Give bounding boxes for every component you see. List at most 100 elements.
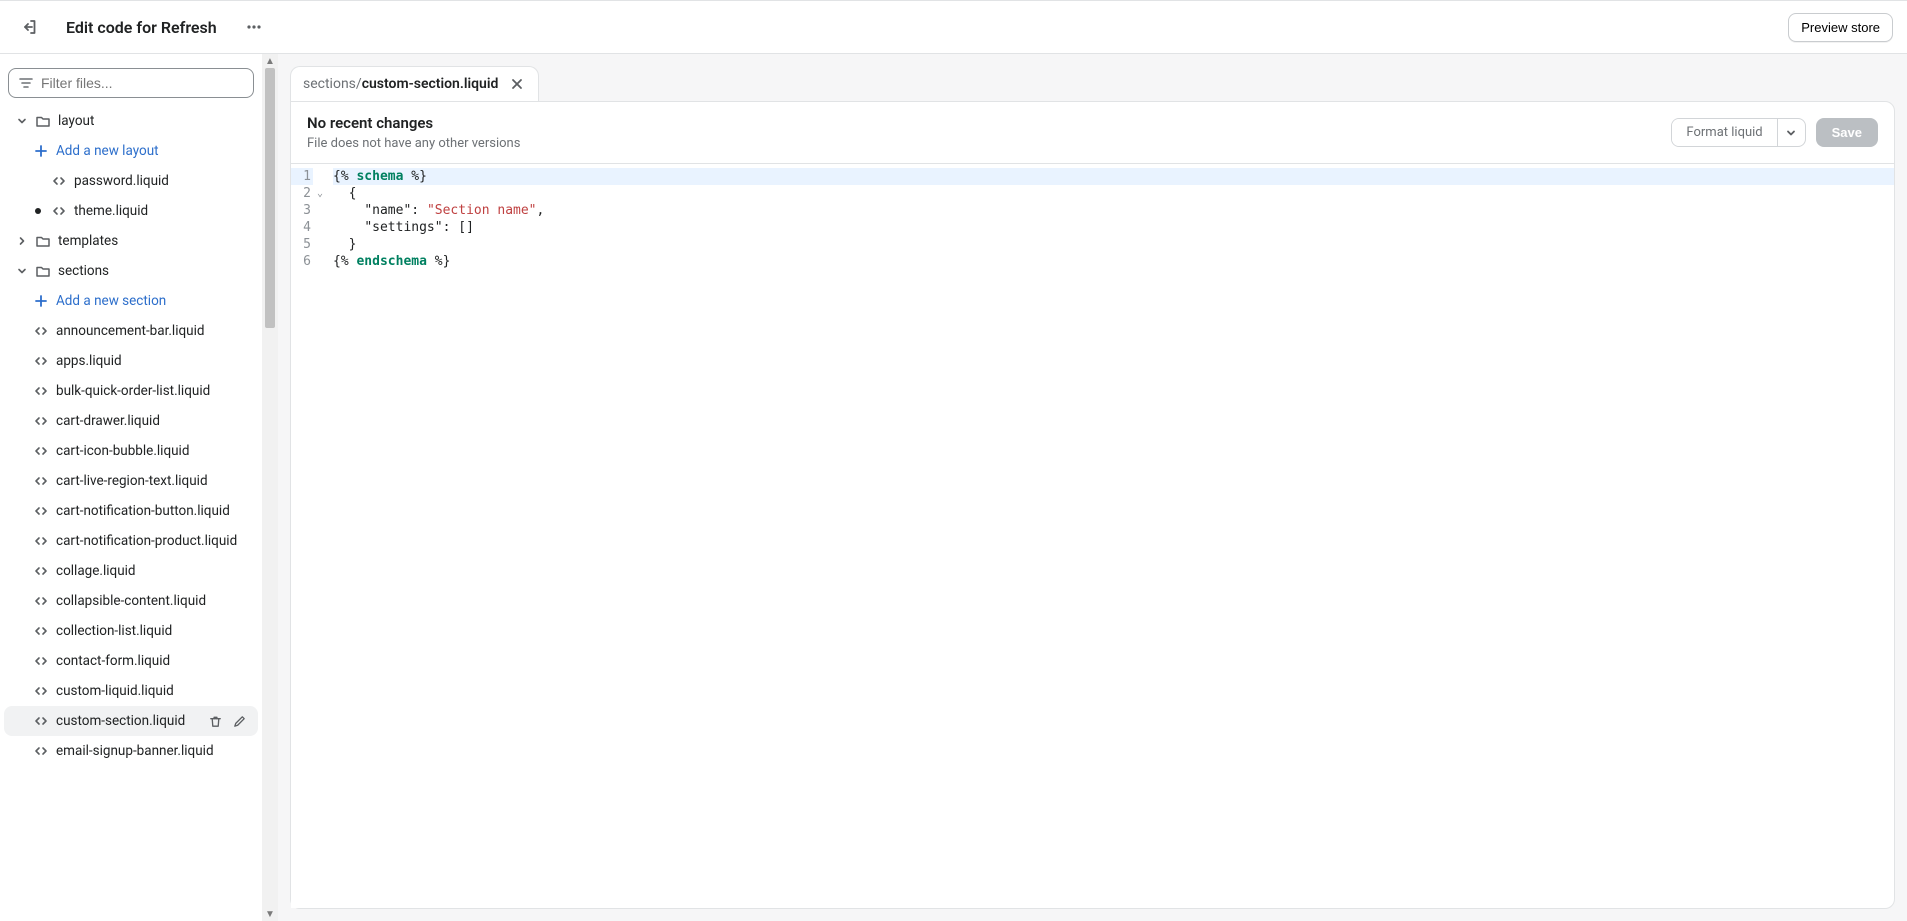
scrollbar-down-icon[interactable]: ▼ bbox=[262, 907, 278, 921]
filter-input[interactable] bbox=[41, 75, 243, 91]
folder-icon bbox=[34, 113, 52, 129]
code-file-icon bbox=[32, 713, 50, 729]
tab-file: custom-section.liquid bbox=[362, 76, 499, 92]
file-password.liquid[interactable]: password.liquid bbox=[4, 166, 258, 196]
file-label: bulk-quick-order-list.liquid bbox=[56, 383, 250, 399]
sidebar: layout Add a new layout password.liquid the… bbox=[0, 54, 262, 921]
file-label: collage.liquid bbox=[56, 563, 250, 579]
code-file-icon bbox=[32, 593, 50, 609]
folder-label: layout bbox=[58, 113, 250, 129]
file-label: contact-form.liquid bbox=[56, 653, 250, 669]
file-cart-icon-bubble.liquid[interactable]: cart-icon-bubble.liquid bbox=[4, 436, 258, 466]
close-tab-icon[interactable] bbox=[508, 75, 526, 93]
chevron-right-icon bbox=[16, 236, 28, 246]
file-label: announcement-bar.liquid bbox=[56, 323, 250, 339]
code-line[interactable]: "name": "Section name", bbox=[333, 202, 1894, 219]
folder-sections[interactable]: sections bbox=[4, 256, 258, 286]
file-label: password.liquid bbox=[74, 173, 250, 189]
code-file-icon bbox=[50, 203, 68, 219]
file-announcement-bar.liquid[interactable]: announcement-bar.liquid bbox=[4, 316, 258, 346]
file-label: custom-liquid.liquid bbox=[56, 683, 250, 699]
format-segment: Format liquid bbox=[1671, 118, 1805, 147]
code-file-icon bbox=[32, 323, 50, 339]
file-cart-drawer.liquid[interactable]: cart-drawer.liquid bbox=[4, 406, 258, 436]
file-label: apps.liquid bbox=[56, 353, 250, 369]
folder-label: sections bbox=[58, 263, 250, 279]
add-new-layout[interactable]: Add a new layout bbox=[4, 136, 258, 166]
delete-file-icon[interactable] bbox=[204, 710, 226, 732]
file-label: cart-live-region-text.liquid bbox=[56, 473, 250, 489]
add-label: Add a new section bbox=[56, 293, 250, 309]
code-file-icon bbox=[32, 533, 50, 549]
code-file-icon bbox=[32, 743, 50, 759]
code-file-icon bbox=[32, 443, 50, 459]
code-lines[interactable]: {% schema %} { "name": "Section name", "… bbox=[327, 164, 1894, 908]
filter-input-wrap[interactable] bbox=[8, 68, 254, 98]
more-icon[interactable] bbox=[239, 12, 269, 42]
file-tab[interactable]: sections/custom-section.liquid bbox=[290, 66, 539, 101]
chevron-down-icon bbox=[16, 266, 28, 276]
chevron-down-icon bbox=[16, 116, 28, 126]
code-line[interactable]: { bbox=[333, 185, 1894, 202]
file-cart-notification-product.liquid[interactable]: cart-notification-product.liquid bbox=[4, 526, 258, 556]
file-label: cart-notification-button.liquid bbox=[56, 503, 250, 519]
format-liquid-button[interactable]: Format liquid bbox=[1672, 119, 1776, 146]
file-header: No recent changes File does not have any… bbox=[290, 101, 1895, 164]
folder-templates[interactable]: templates bbox=[4, 226, 258, 256]
file-label: cart-icon-bubble.liquid bbox=[56, 443, 250, 459]
file-label: theme.liquid bbox=[74, 203, 250, 219]
code-line[interactable]: {% schema %} bbox=[333, 168, 1894, 185]
code-file-icon bbox=[32, 353, 50, 369]
code-file-icon bbox=[32, 683, 50, 699]
code-line[interactable]: "settings": [] bbox=[333, 219, 1894, 236]
format-dropdown-button[interactable] bbox=[1777, 119, 1805, 146]
code-file-icon bbox=[32, 473, 50, 489]
file-label: email-signup-banner.liquid bbox=[56, 743, 250, 759]
file-theme.liquid[interactable]: theme.liquid bbox=[4, 196, 258, 226]
file-collapsible-content.liquid[interactable]: collapsible-content.liquid bbox=[4, 586, 258, 616]
folder-layout[interactable]: layout bbox=[4, 106, 258, 136]
editor-area: sections/custom-section.liquid No recent… bbox=[278, 54, 1907, 921]
topbar: Edit code for Refresh Preview store bbox=[0, 0, 1907, 54]
add-new-sections[interactable]: Add a new section bbox=[4, 286, 258, 316]
scrollbar-up-icon[interactable]: ▲ bbox=[262, 54, 278, 68]
scrollbar-thumb[interactable] bbox=[265, 68, 275, 328]
file-custom-section.liquid[interactable]: custom-section.liquid bbox=[4, 706, 258, 736]
preview-store-button[interactable]: Preview store bbox=[1788, 13, 1893, 42]
code-line[interactable]: } bbox=[333, 236, 1894, 253]
save-button[interactable]: Save bbox=[1816, 118, 1878, 147]
file-header-subtitle: File does not have any other versions bbox=[307, 136, 520, 151]
file-label: collapsible-content.liquid bbox=[56, 593, 250, 609]
plus-icon bbox=[32, 294, 50, 308]
file-cart-notification-button.liquid[interactable]: cart-notification-button.liquid bbox=[4, 496, 258, 526]
code-line[interactable]: {% endschema %} bbox=[333, 253, 1894, 270]
file-collection-list.liquid[interactable]: collection-list.liquid bbox=[4, 616, 258, 646]
sidebar-scrollbar[interactable]: ▲ ▼ bbox=[262, 54, 278, 921]
file-email-signup-banner.liquid[interactable]: email-signup-banner.liquid bbox=[4, 736, 258, 766]
code-file-icon bbox=[32, 413, 50, 429]
code-editor[interactable]: 123456 ⌄ {% schema %} { "name": "Section… bbox=[290, 164, 1895, 909]
add-label: Add a new layout bbox=[56, 143, 250, 159]
folder-icon bbox=[34, 263, 52, 279]
file-header-title: No recent changes bbox=[307, 114, 520, 132]
fold-icon[interactable]: ⌄ bbox=[317, 188, 323, 199]
file-collage.liquid[interactable]: collage.liquid bbox=[4, 556, 258, 586]
code-file-icon bbox=[32, 383, 50, 399]
file-label: cart-drawer.liquid bbox=[56, 413, 250, 429]
file-cart-live-region-text.liquid[interactable]: cart-live-region-text.liquid bbox=[4, 466, 258, 496]
file-apps.liquid[interactable]: apps.liquid bbox=[4, 346, 258, 376]
rename-file-icon[interactable] bbox=[228, 710, 250, 732]
modified-dot-icon bbox=[32, 208, 44, 214]
exit-icon[interactable] bbox=[14, 12, 44, 42]
file-bulk-quick-order-list.liquid[interactable]: bulk-quick-order-list.liquid bbox=[4, 376, 258, 406]
code-file-icon bbox=[32, 653, 50, 669]
code-file-icon bbox=[32, 623, 50, 639]
file-label: collection-list.liquid bbox=[56, 623, 250, 639]
folder-label: templates bbox=[58, 233, 250, 249]
file-label: cart-notification-product.liquid bbox=[56, 533, 250, 549]
code-file-icon bbox=[32, 563, 50, 579]
file-custom-liquid.liquid[interactable]: custom-liquid.liquid bbox=[4, 676, 258, 706]
file-contact-form.liquid[interactable]: contact-form.liquid bbox=[4, 646, 258, 676]
plus-icon bbox=[32, 144, 50, 158]
code-file-icon bbox=[32, 503, 50, 519]
